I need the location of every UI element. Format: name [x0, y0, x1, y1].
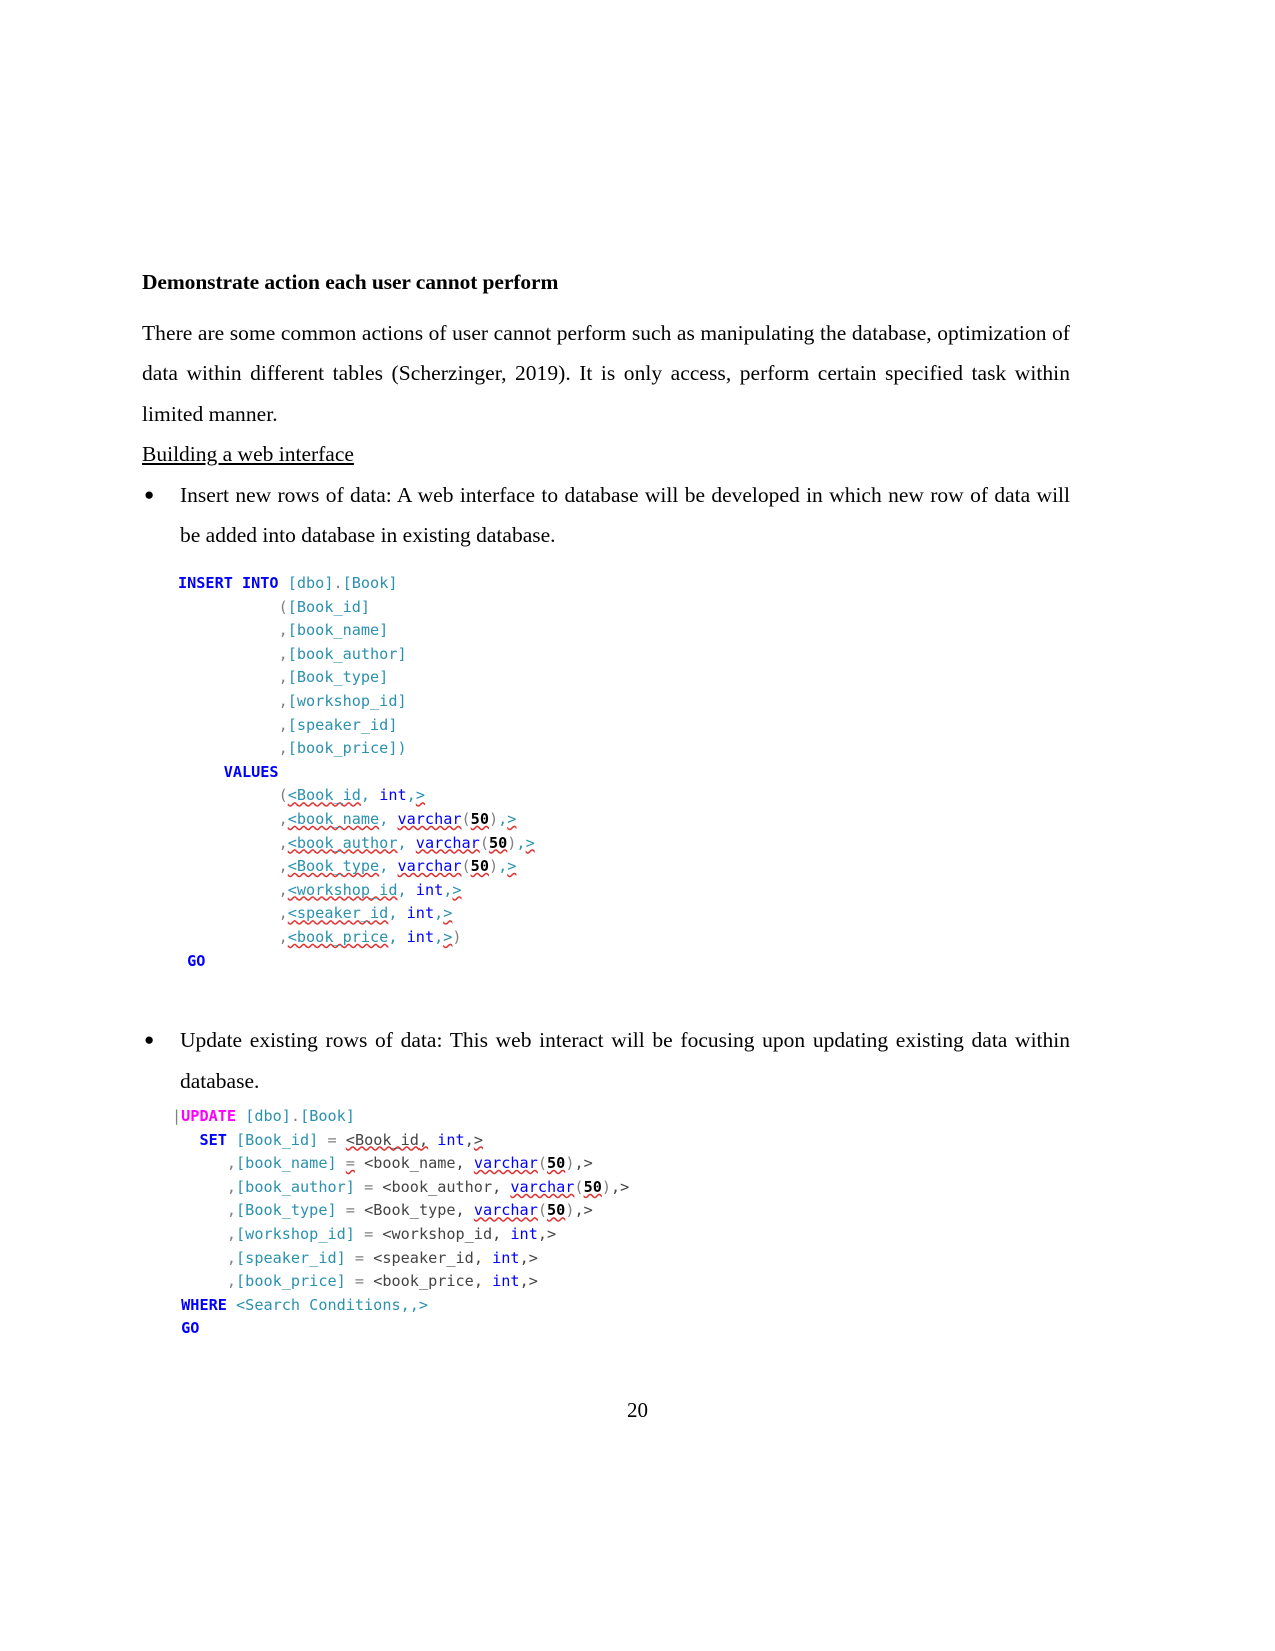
code-line: ,[book_author] = <book_author, varchar(5…	[226, 1177, 630, 1196]
code-line: ,<speaker_id, int,>	[278, 904, 453, 923]
code-line: ,<Book_type, varchar(50),>	[278, 857, 517, 876]
bullet-list-2-wrap: ● Update existing rows of data: This web…	[142, 1020, 1070, 1101]
list-item-text: Update existing rows of data: This web i…	[180, 1028, 1070, 1093]
page-content: Demonstrate action each user cannot perf…	[142, 270, 1070, 556]
code-line: WHERE <Search Conditions,,>	[181, 1295, 429, 1314]
bullet-list-2: ● Update existing rows of data: This web…	[142, 1020, 1070, 1101]
code-line: (<Book_id, int,>	[278, 786, 425, 805]
paragraph-intro: There are some common actions of user ca…	[142, 320, 1070, 426]
code-line: ([Book_id]	[278, 597, 371, 616]
code-line: ,<book_name, varchar(50),>	[278, 809, 517, 828]
code-line: ,[Book_type] = <Book_type, varchar(50),>	[226, 1201, 593, 1220]
code-line: ,[workshop_id]	[278, 691, 407, 710]
code-line: ,[book_price])	[278, 739, 407, 758]
code-line: ,[book_author]	[278, 644, 407, 663]
bullet-list: ● Insert new rows of data: A web interfa…	[142, 475, 1070, 556]
list-item-text: Insert new rows of data: A web interface…	[180, 482, 1070, 548]
list-item: ● Update existing rows of data: This web…	[142, 1020, 1070, 1101]
code-line: ,[workshop_id] = <workshop_id, int,>	[226, 1224, 557, 1243]
bullet-dot-icon: ●	[144, 484, 155, 504]
code-line: SET [Book_id] = <Book_id, int,>	[199, 1130, 484, 1149]
code-line: GO	[187, 951, 206, 970]
document-page: Demonstrate action each user cannot perf…	[0, 0, 1275, 1651]
code-line: ,<book_price, int,>)	[278, 927, 462, 946]
code-line: ,[speaker_id] = <speaker_id, int,>	[226, 1248, 538, 1267]
code-line: ,<workshop_id, int,>	[278, 880, 462, 899]
sql-update-statement: |UPDATE [dbo].[Book] SET [Book_id] = <Bo…	[172, 1105, 630, 1341]
page-heading: Demonstrate action each user cannot perf…	[142, 270, 559, 294]
code-line: ,[book_price] = <book_price, int,>	[226, 1272, 538, 1291]
code-line: |UPDATE [dbo].[Book]	[172, 1107, 355, 1125]
code-line: ,[Book_type]	[278, 668, 389, 687]
subheading-building-web-interface: Building a web interface	[142, 442, 354, 466]
code-line: ,<book_author, varchar(50),>	[278, 833, 535, 852]
sql-insert-statement: INSERT INTO [dbo].[Book] ([Book_id] ,[bo…	[178, 572, 535, 974]
list-item: ● Insert new rows of data: A web interfa…	[142, 475, 1070, 556]
code-line: ,[book_name] = <book_name, varchar(50),>	[226, 1154, 593, 1173]
code-line: INSERT INTO [dbo].[Book]	[178, 574, 398, 592]
subheading-wrap: Building a web interface	[142, 434, 1070, 475]
code-line: ,[book_name]	[278, 621, 389, 640]
code-line: VALUES	[223, 762, 279, 781]
bullet-dot-icon: ●	[144, 1030, 155, 1049]
code-line: GO	[181, 1319, 200, 1338]
code-line: ,[speaker_id]	[278, 715, 398, 734]
page-number: 20	[627, 1398, 648, 1422]
